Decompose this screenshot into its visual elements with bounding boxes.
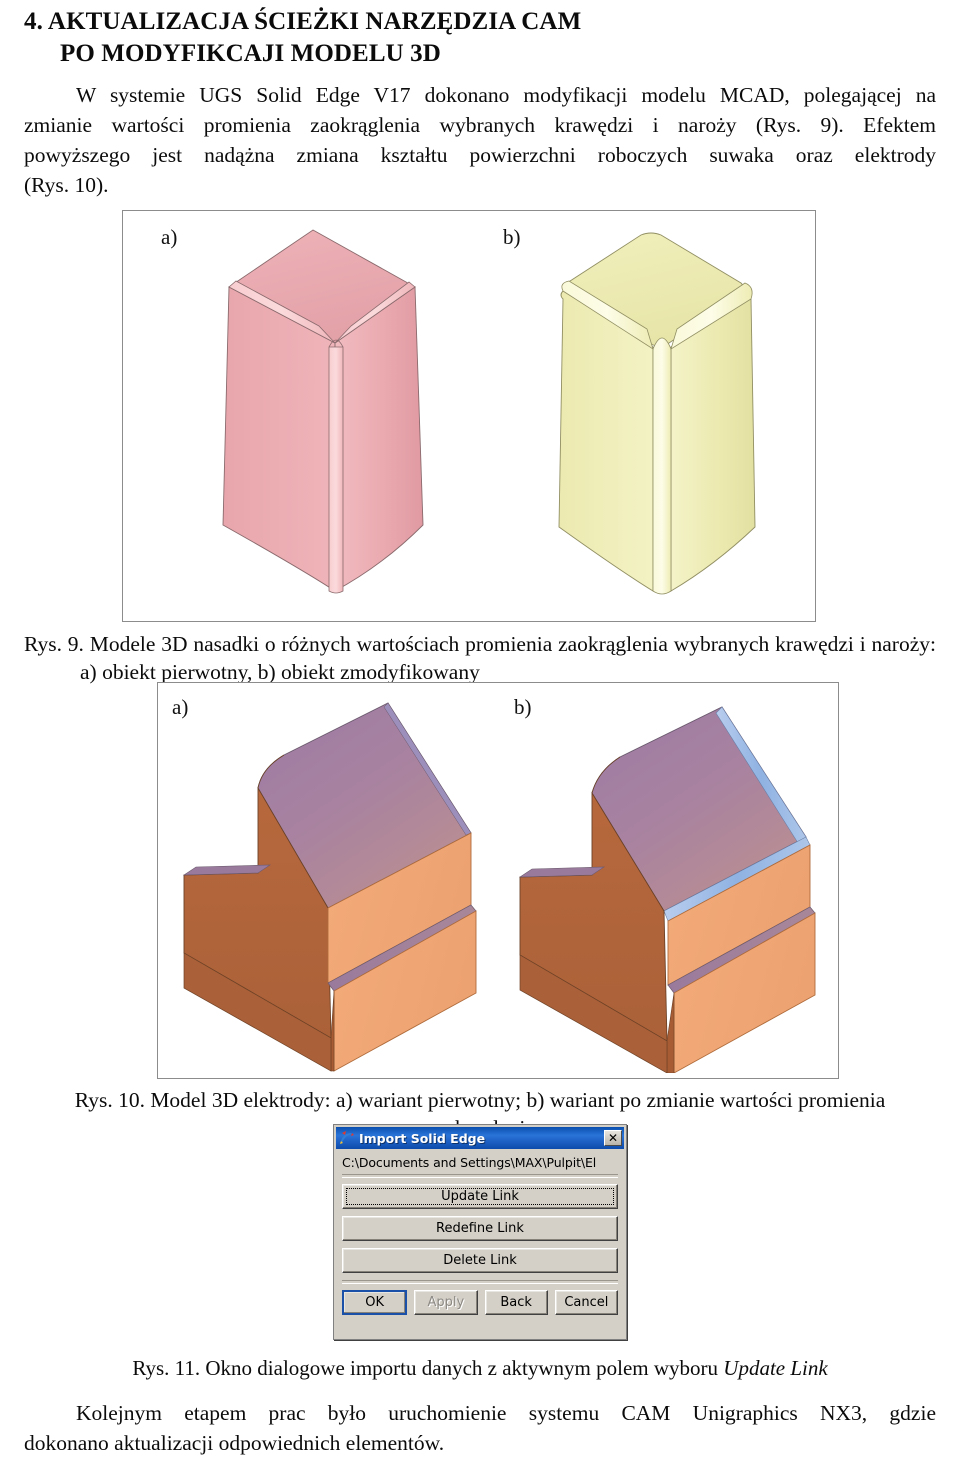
figure-11-caption-emphasis: Update Link [723, 1356, 828, 1380]
redefine-link-button[interactable]: Redefine Link [342, 1216, 618, 1241]
update-link-button[interactable]: Update Link [342, 1184, 618, 1209]
delete-link-button[interactable]: Delete Link [342, 1248, 618, 1273]
figure-11-caption-prefix: Rys. 11. Okno dialogowe importu danych z… [132, 1356, 724, 1380]
dialog-footer: OK Apply Back Cancel [342, 1290, 618, 1315]
figure-9-label-b: b) [503, 225, 521, 249]
cancel-button[interactable]: Cancel [554, 1290, 618, 1315]
figure-10-model-b [518, 706, 816, 1073]
figure-9-model-a [222, 229, 424, 594]
page-title-line-1: 4. AKTUALIZACJA ŚCIEŻKI NARZĘDZIA CAM [24, 8, 582, 35]
intro-line-1: W systemie UGS Solid Edge V17 dokonano m… [76, 83, 936, 107]
intro-paragraph: W systemie UGS Solid Edge V17 dokonano m… [24, 80, 936, 200]
intro-line-3: powyższego jest nadążna zmiana kształtu … [24, 143, 936, 168]
dialog-title-bar: Import Solid Edge ✕ [336, 1127, 624, 1149]
figure-9-label-a: a) [161, 225, 178, 249]
figure-9-caption: Rys. 9. Modele 3D nasadki o różnych wart… [24, 630, 936, 687]
back-button[interactable]: Back [484, 1290, 548, 1315]
divider-bottom [342, 1280, 618, 1284]
figure-10-model-a [182, 702, 477, 1072]
divider-top [342, 1174, 618, 1178]
solid-edge-swoosh-icon [340, 1131, 354, 1144]
intro-line-2: zmianie wartości promienia zaokrąglenia … [24, 113, 936, 138]
closing-paragraph: Kolejnym etapem prac było uruchomienie s… [24, 1398, 936, 1458]
close-icon[interactable]: ✕ [604, 1130, 622, 1146]
import-path-label: C:\Documents and Settings\MAX\Pulpit\El [342, 1155, 597, 1170]
closing-line-1: Kolejnym etapem prac było uruchomienie s… [76, 1401, 936, 1425]
import-solid-edge-dialog[interactable]: Import Solid Edge ✕ C:\Documents and Set… [333, 1124, 627, 1340]
page-title-line-2: PO MODYFIKCAJI MODELU 3D [60, 40, 441, 67]
ok-button[interactable]: OK [342, 1290, 408, 1315]
dialog-body: C:\Documents and Settings\MAX\Pulpit\El … [334, 1149, 626, 1323]
document-page: 4. AKTUALIZACJA ŚCIEŻKI NARZĘDZIA CAM PO… [0, 0, 960, 1464]
closing-line-2: dokonano aktualizacji odpowiednich eleme… [24, 1431, 445, 1456]
figure-9-frame: a) b) [122, 210, 816, 622]
figure-10-frame: a) b) [157, 682, 839, 1079]
page-title: 4. AKTUALIZACJA ŚCIEŻKI NARZĘDZIA CAM PO… [24, 0, 936, 70]
apply-button: Apply [414, 1290, 478, 1315]
figure-11-caption: Rys. 11. Okno dialogowe importu danych z… [0, 1356, 960, 1381]
intro-line-4: (Rys. 10). [24, 173, 109, 198]
dialog-title: Import Solid Edge [359, 1130, 486, 1146]
figure-9-caption-line-1: Rys. 9. Modele 3D nasadki o różnych wart… [24, 632, 936, 656]
figure-9-model-b [558, 232, 756, 595]
